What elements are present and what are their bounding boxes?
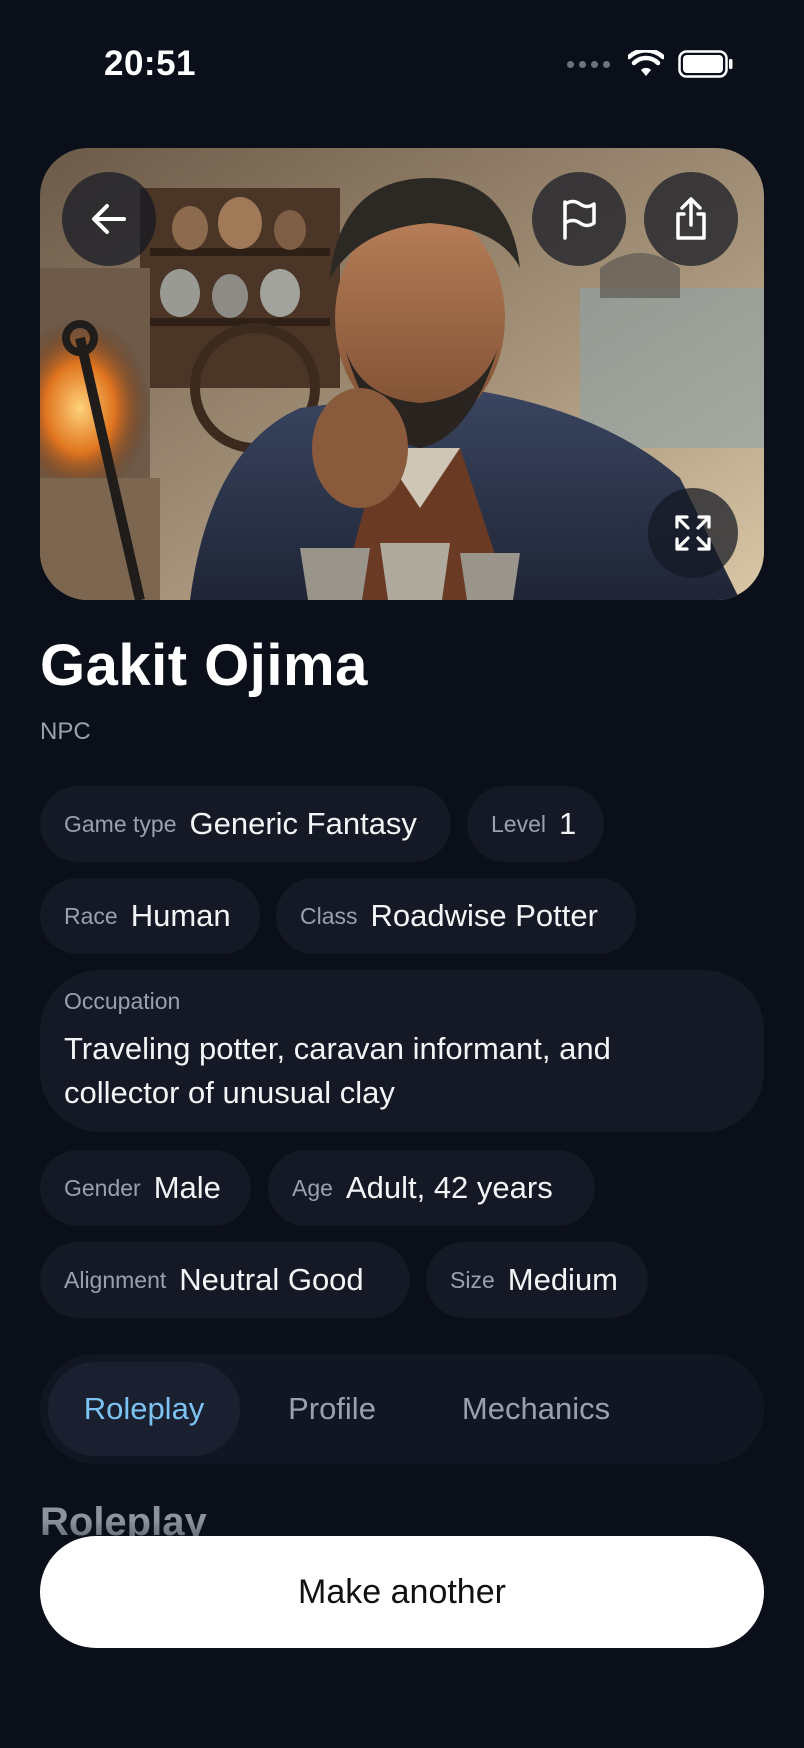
- status-time: 20:51: [104, 44, 197, 83]
- back-button[interactable]: [62, 172, 156, 266]
- class-value: Roadwise Potter: [370, 898, 598, 933]
- character-name: Gakit Ojima: [40, 633, 368, 698]
- report-button[interactable]: [532, 172, 626, 266]
- tab-roleplay[interactable]: Roleplay: [48, 1362, 240, 1456]
- status-icons: [567, 50, 734, 78]
- alignment-chip: Alignment Neutral Good: [40, 1242, 410, 1318]
- share-icon: [676, 197, 706, 240]
- game-type-label: Game type: [64, 810, 177, 837]
- flag-icon: [563, 199, 596, 240]
- level-value: 1: [558, 806, 577, 841]
- size-value: Medium: [507, 1262, 619, 1297]
- share-button[interactable]: [644, 172, 738, 266]
- arrow-left-icon: [92, 204, 126, 234]
- class-chip: Class Roadwise Potter: [276, 878, 636, 954]
- character-portrait[interactable]: [40, 148, 764, 600]
- gender-label: Gender: [64, 1174, 141, 1201]
- character-screen: 20:51 Gakit Ojima NPC Game type Generic …: [0, 0, 804, 1748]
- game-type-chip: Game type Generic Fantasy: [40, 786, 451, 862]
- age-value: Adult, 42 years: [345, 1170, 553, 1205]
- age-label: Age: [292, 1174, 333, 1201]
- status-bar: 20:51: [0, 0, 804, 130]
- make-another-button[interactable]: Make another: [40, 1536, 764, 1648]
- expand-button[interactable]: [648, 488, 738, 578]
- expand-icon: [675, 515, 711, 551]
- age-chip: Age Adult, 42 years: [268, 1150, 595, 1226]
- level-label: Level: [491, 810, 546, 837]
- game-type-value: Generic Fantasy: [189, 806, 417, 841]
- tab-mechanics[interactable]: Mechanics: [424, 1362, 648, 1456]
- character-type: NPC: [40, 718, 91, 745]
- occupation-label: Occupation: [64, 988, 181, 1014]
- wifi-icon: [628, 50, 664, 76]
- race-label: Race: [64, 902, 118, 929]
- race-value: Human: [130, 898, 231, 933]
- gender-chip: Gender Male: [40, 1150, 251, 1226]
- section-tabs: Roleplay Profile Mechanics: [40, 1354, 764, 1464]
- occupation-value: Traveling potter, caravan informant, and…: [64, 1031, 611, 1110]
- size-label: Size: [450, 1266, 495, 1293]
- tab-profile[interactable]: Profile: [252, 1362, 412, 1456]
- level-chip: Level 1: [467, 786, 604, 862]
- size-chip: Size Medium: [426, 1242, 648, 1318]
- alignment-label: Alignment: [64, 1266, 167, 1293]
- class-label: Class: [300, 902, 358, 929]
- alignment-value: Neutral Good: [179, 1262, 364, 1297]
- cellular-signal-icon: [567, 60, 610, 68]
- occupation-card: Occupation Traveling potter, caravan inf…: [40, 970, 764, 1132]
- battery-icon: [678, 50, 733, 78]
- gender-value: Male: [153, 1170, 221, 1205]
- race-chip: Race Human: [40, 878, 260, 954]
